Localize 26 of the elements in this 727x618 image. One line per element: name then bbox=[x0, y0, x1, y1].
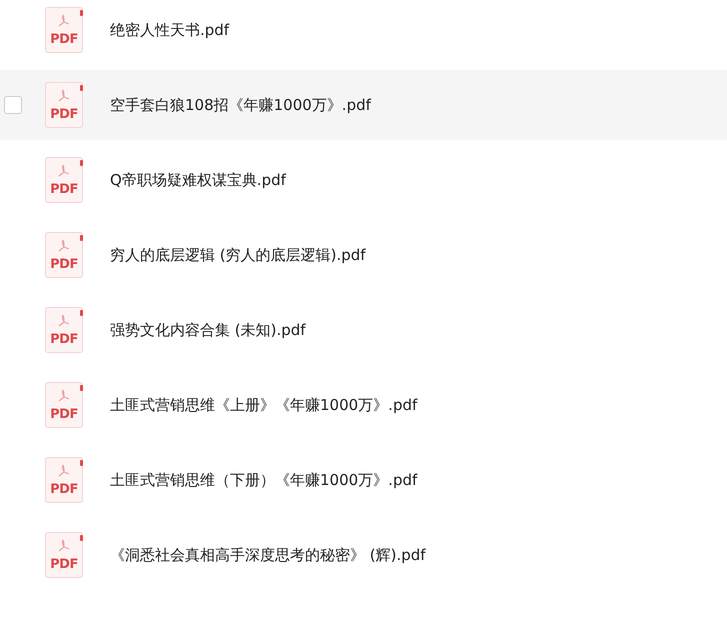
acrobat-icon bbox=[57, 314, 71, 328]
acrobat-icon bbox=[57, 389, 71, 403]
checkbox[interactable] bbox=[4, 96, 22, 114]
acrobat-icon bbox=[57, 239, 71, 253]
pdf-label: PDF bbox=[50, 332, 78, 347]
file-name[interactable]: 土匪式营销思维（下册）《年赚1000万》.pdf bbox=[110, 470, 418, 490]
acrobat-icon bbox=[57, 464, 71, 478]
file-name[interactable]: Q帝职场疑难权谋宝典.pdf bbox=[110, 170, 286, 190]
pdf-label: PDF bbox=[50, 257, 78, 272]
file-name[interactable]: 强势文化内容合集 (未知).pdf bbox=[110, 320, 306, 340]
acrobat-icon bbox=[57, 14, 71, 28]
pdf-label: PDF bbox=[50, 182, 78, 197]
pdf-label: PDF bbox=[50, 32, 78, 47]
file-name[interactable]: 穷人的底层逻辑 (穷人的底层逻辑).pdf bbox=[110, 246, 366, 264]
pdf-label: PDF bbox=[50, 482, 78, 497]
acrobat-icon bbox=[57, 89, 71, 103]
file-name[interactable]: 《洞悉社会真相高手深度思考的秘密》 (辉).pdf bbox=[110, 546, 426, 564]
file-row[interactable]: PDF 空手套白狼108招《年赚1000万》.pdf bbox=[0, 70, 727, 140]
file-name[interactable]: 绝密人性天书.pdf bbox=[110, 20, 230, 40]
acrobat-icon bbox=[57, 539, 71, 553]
file-name[interactable]: 土匪式营销思维《上册》《年赚1000万》.pdf bbox=[110, 396, 418, 414]
pdf-label: PDF bbox=[50, 557, 78, 572]
pdf-label: PDF bbox=[50, 407, 78, 422]
file-name[interactable]: 空手套白狼108招《年赚1000万》.pdf bbox=[110, 96, 371, 114]
acrobat-icon bbox=[57, 164, 71, 178]
pdf-label: PDF bbox=[50, 107, 78, 122]
